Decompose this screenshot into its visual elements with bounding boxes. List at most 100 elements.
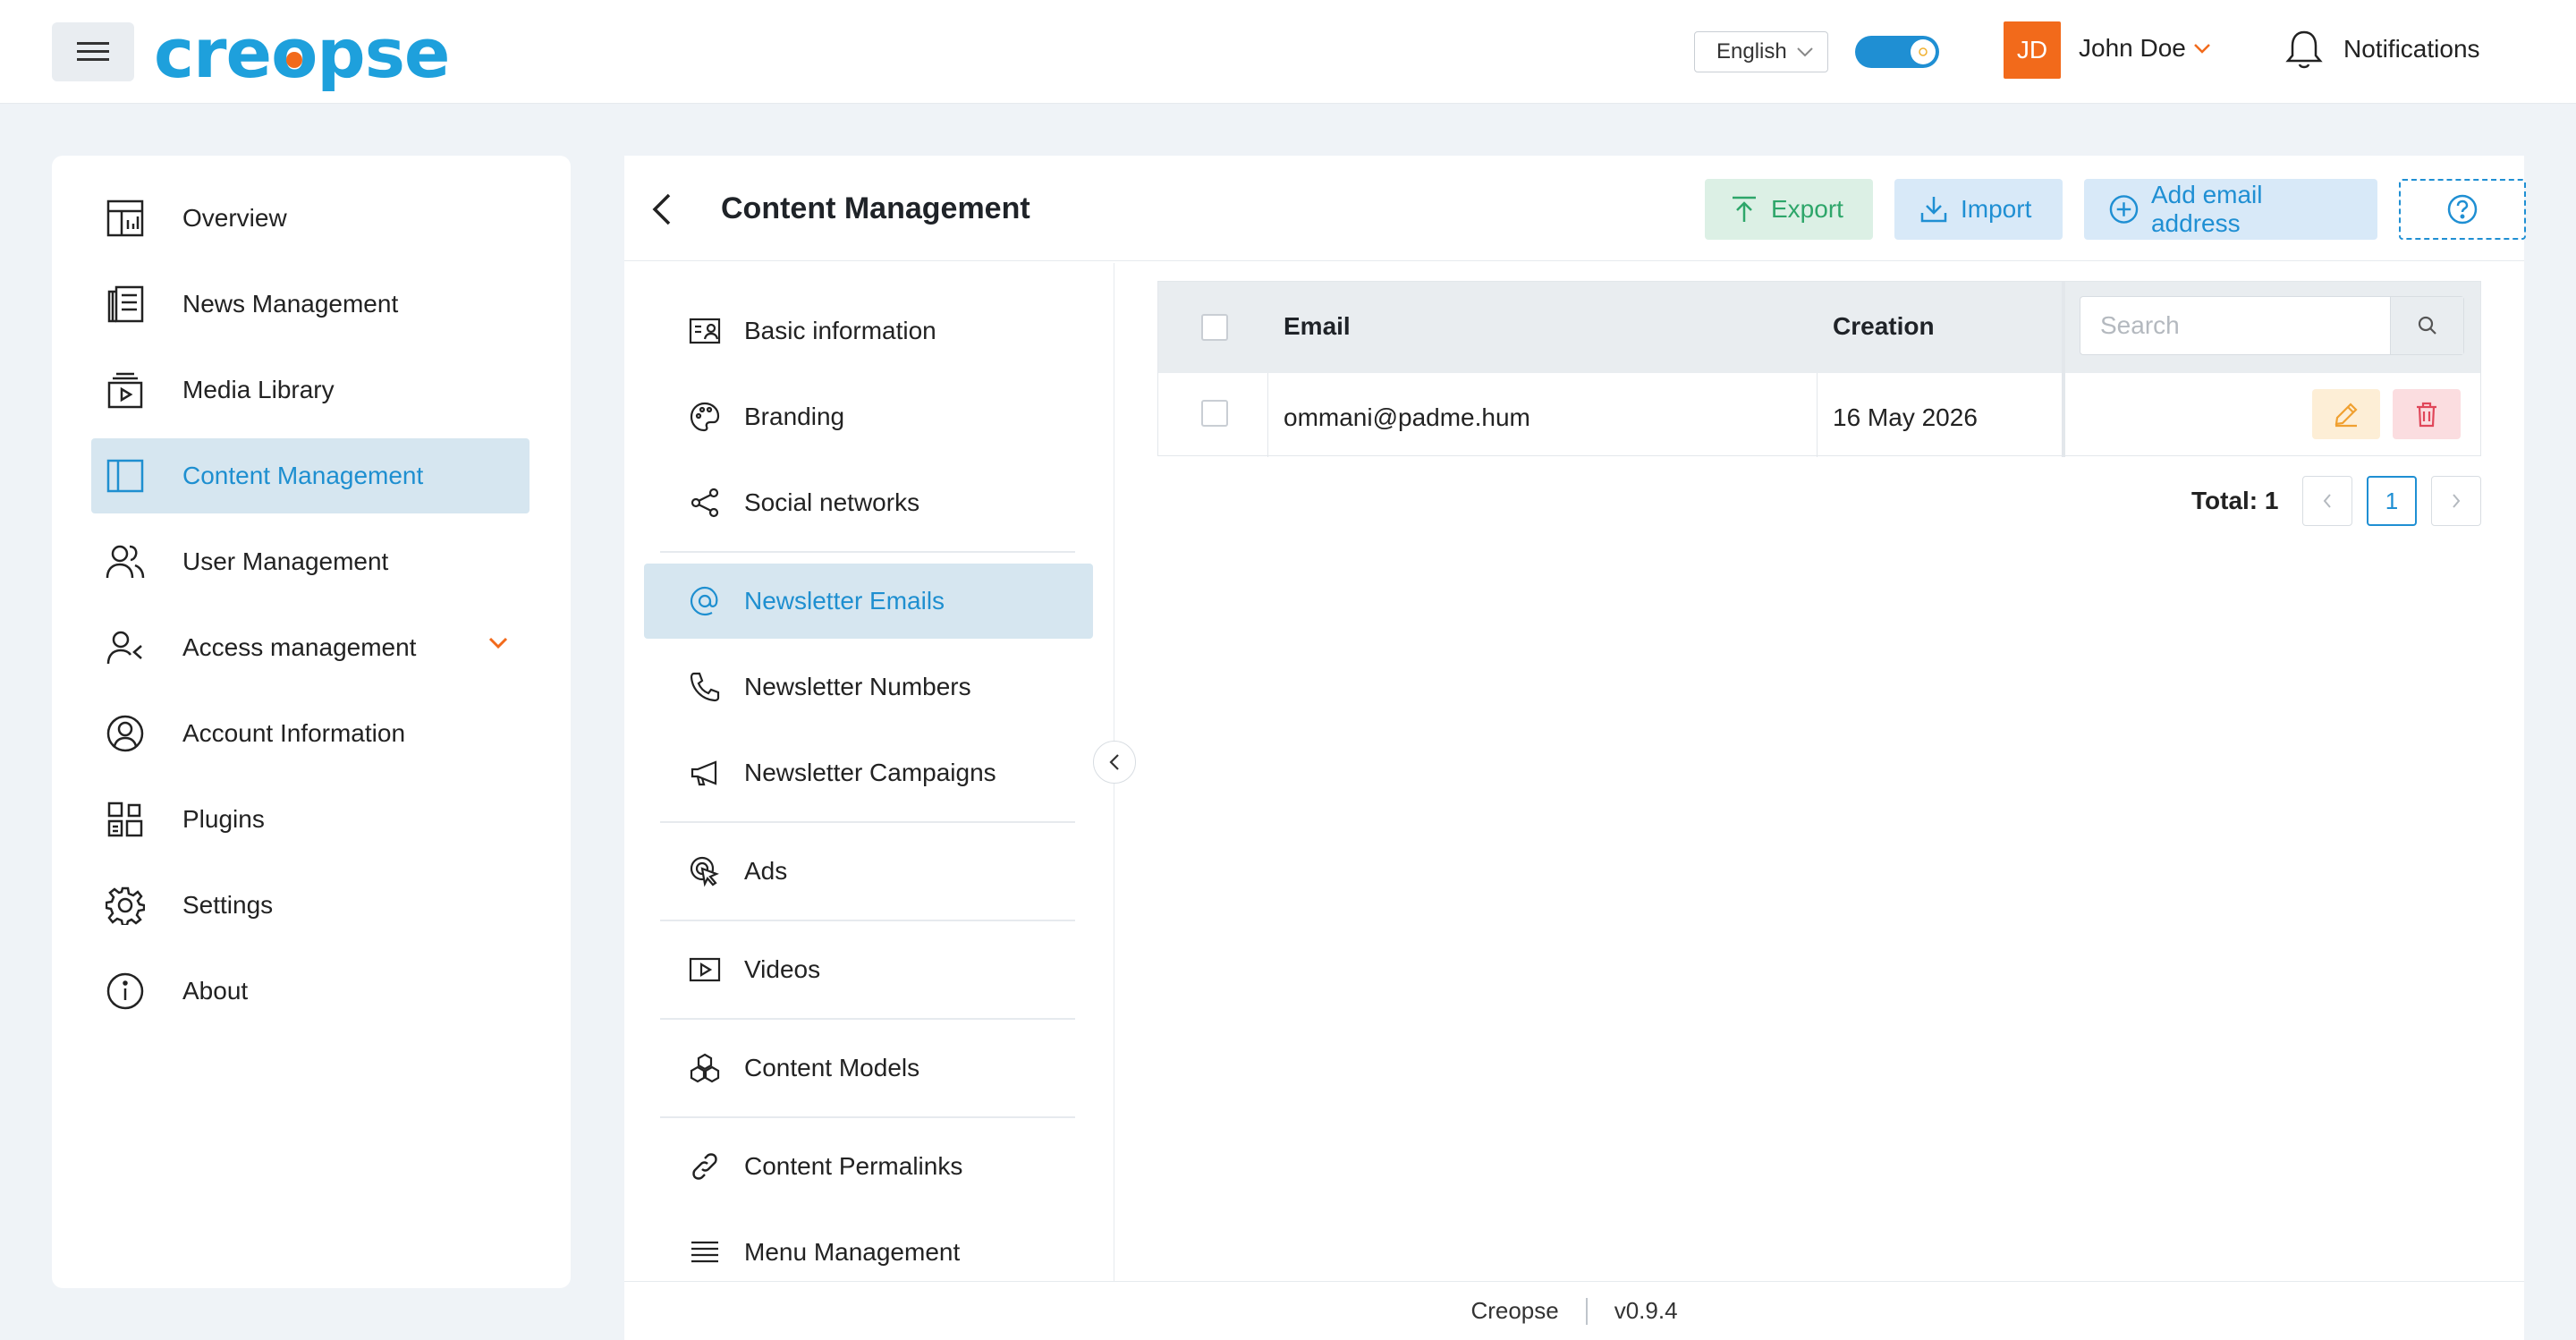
cell-divider (1267, 373, 1268, 457)
row-checkbox[interactable] (1201, 400, 1228, 427)
subnav-item-ads[interactable]: Ads (644, 834, 1093, 909)
theme-toggle[interactable] (1855, 36, 1939, 68)
sidebar-item-account[interactable]: Account Information (91, 696, 530, 771)
content-panel: Content Management Export Import Add ema… (624, 156, 2526, 1290)
column-divider (2062, 282, 2065, 457)
sidebar-item-news[interactable]: News Management (91, 267, 530, 342)
sidebar-item-users[interactable]: User Management (91, 524, 530, 599)
prev-page-button[interactable] (2302, 476, 2352, 526)
export-button[interactable]: Export (1705, 179, 1873, 240)
table-header: Email Creation (1158, 282, 2480, 373)
subnav-item-label: Content Models (744, 1054, 920, 1081)
search-button[interactable] (2390, 297, 2463, 354)
subnav-item-label: Social networks (744, 488, 920, 516)
subnav-item-videos[interactable]: Videos (644, 932, 1093, 1007)
sidebar-item-label: Access management (182, 633, 417, 661)
menu-lines-icon (685, 1233, 724, 1272)
plugins-icon (104, 798, 147, 841)
subnav-item-label: Menu Management (744, 1238, 961, 1266)
page-number-button[interactable]: 1 (2367, 476, 2417, 526)
subnav-item-social-networks[interactable]: Social networks (644, 465, 1093, 540)
help-button[interactable] (2399, 179, 2526, 240)
sidebar-item-content[interactable]: Content Management (91, 438, 530, 513)
sidebar-item-overview[interactable]: Overview (91, 181, 530, 256)
chevron-right-icon (2453, 494, 2461, 508)
avatar[interactable]: JD (2004, 21, 2061, 79)
page-header: Content Management Export Import Add ema… (624, 156, 2526, 261)
subnav-item-label: Newsletter Emails (744, 587, 945, 615)
import-button[interactable]: Import (1894, 179, 2063, 240)
subnav-item-branding[interactable]: Branding (644, 379, 1093, 454)
dashboard-icon (104, 197, 147, 240)
back-button[interactable] (649, 191, 674, 227)
hamburger-icon (77, 42, 109, 61)
subnav-item-basic-information[interactable]: Basic information (644, 293, 1093, 369)
video-icon (685, 950, 724, 989)
user-menu[interactable]: John Doe (2079, 34, 2211, 63)
next-page-button[interactable] (2431, 476, 2481, 526)
subnav-item-newsletter-emails[interactable]: Newsletter Emails (644, 564, 1093, 639)
menu-toggle-button[interactable] (52, 22, 134, 81)
notifications-label: Notifications (2343, 35, 2480, 63)
subnav-item-content-permalinks[interactable]: Content Permalinks (644, 1129, 1093, 1204)
subnav-item-content-models[interactable]: Content Models (644, 1030, 1093, 1106)
language-select[interactable]: English (1694, 31, 1828, 72)
cell-divider (1817, 373, 1818, 457)
id-card-icon (685, 311, 724, 351)
users-icon (104, 540, 147, 583)
column-header-email[interactable]: Email (1284, 312, 1351, 341)
chevron-down-icon (488, 637, 508, 649)
search-input[interactable] (2080, 297, 2394, 354)
cursor-click-icon (685, 852, 724, 891)
subnav-item-newsletter-numbers[interactable]: Newsletter Numbers (644, 649, 1093, 725)
sidebar-item-label: Settings (182, 891, 274, 919)
table-search (2080, 296, 2464, 355)
info-icon (104, 970, 147, 1013)
emails-table: Email Creation ommani@padme.hum 16 May 2… (1157, 281, 2481, 457)
layout-sidebar-icon (104, 454, 147, 497)
sidebar: Overview News Management Media Library C… (52, 156, 571, 1288)
delete-button[interactable] (2393, 389, 2461, 439)
creation-cell: 16 May 2026 (1833, 403, 1978, 431)
share-icon (685, 483, 724, 522)
edit-button[interactable] (2312, 389, 2380, 439)
select-all-checkbox[interactable] (1201, 314, 1228, 341)
palette-icon (685, 397, 724, 437)
question-circle-icon (2447, 194, 2478, 225)
sidebar-item-settings[interactable]: Settings (91, 868, 530, 943)
sidebar-item-label: Content Management (182, 462, 424, 489)
sidebar-item-label: Overview (182, 204, 287, 232)
brand-logo[interactable]: creopse (154, 16, 450, 91)
footer-app-name: Creopse (1470, 1297, 1559, 1324)
add-email-button[interactable]: Add email address (2084, 179, 2377, 240)
subnav-item-label: Branding (744, 403, 845, 430)
import-label: Import (1961, 195, 2032, 223)
link-icon (685, 1147, 724, 1186)
at-sign-icon (685, 581, 724, 621)
sidebar-item-plugins[interactable]: Plugins (91, 782, 530, 857)
newspaper-icon (104, 283, 147, 326)
notifications-button[interactable]: Notifications (2284, 29, 2480, 70)
subnav-item-label: Content Permalinks (744, 1152, 963, 1180)
sidebar-item-access[interactable]: Access management (91, 610, 530, 685)
sidebar-item-about[interactable]: About (91, 954, 530, 1029)
column-header-creation[interactable]: Creation (1833, 312, 1935, 341)
collapse-subnav-button[interactable] (1093, 741, 1136, 784)
trash-icon (2417, 402, 2436, 428)
subnav-item-menu-management[interactable]: Menu Management (644, 1215, 1093, 1290)
sidebar-item-label: Media Library (182, 376, 335, 403)
total-count: Total: 1 (2191, 487, 2279, 514)
divider (660, 1116, 1075, 1118)
plus-circle-icon (2109, 195, 2139, 224)
language-label: English (1716, 39, 1787, 64)
sidebar-item-media[interactable]: Media Library (91, 352, 530, 428)
sidebar-item-label: Account Information (182, 719, 406, 747)
footer-version: v0.9.4 (1614, 1297, 1678, 1324)
sidebar-item-label: About (182, 977, 249, 1005)
divider (1585, 1297, 1588, 1325)
media-library-icon (104, 369, 147, 411)
subnav-item-newsletter-campaigns[interactable]: Newsletter Campaigns (644, 735, 1093, 810)
subnav-item-label: Newsletter Campaigns (744, 759, 996, 786)
sun-icon (1911, 39, 1936, 64)
user-access-icon (104, 626, 147, 669)
